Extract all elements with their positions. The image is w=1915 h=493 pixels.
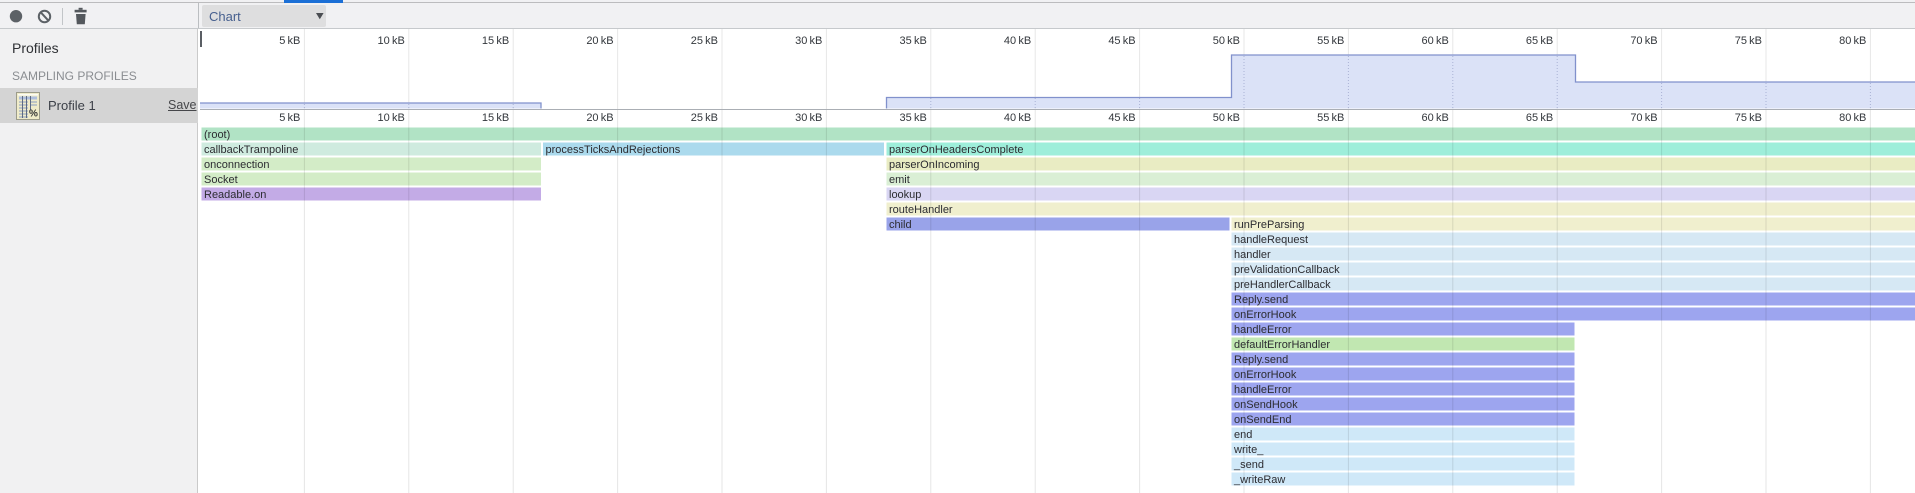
svg-text:45 kB: 45 kB: [1108, 35, 1135, 47]
svg-text:65 kB: 65 kB: [1526, 35, 1553, 47]
svg-text:handler: handler: [1234, 249, 1271, 261]
svg-text:50 kB: 50 kB: [1213, 112, 1240, 124]
svg-text:onSendEnd: onSendEnd: [1234, 414, 1292, 426]
svg-text:10 kB: 10 kB: [378, 112, 405, 124]
svg-text:40 kB: 40 kB: [1004, 35, 1031, 47]
svg-text:parserOnIncoming: parserOnIncoming: [889, 159, 980, 171]
svg-text:handleError: handleError: [1234, 384, 1292, 396]
svg-text:50 kB: 50 kB: [1213, 35, 1240, 47]
svg-text:10 kB: 10 kB: [378, 35, 405, 47]
svg-text:60 kB: 60 kB: [1422, 35, 1449, 47]
svg-text:parserOnHeadersComplete: parserOnHeadersComplete: [889, 144, 1024, 156]
svg-text:emit: emit: [889, 174, 910, 186]
svg-text:child: child: [889, 219, 912, 231]
svg-text:handleRequest: handleRequest: [1234, 234, 1308, 246]
svg-text:_writeRaw: _writeRaw: [1233, 474, 1285, 486]
svg-text:70 kB: 70 kB: [1630, 35, 1657, 47]
svg-text:30 kB: 30 kB: [795, 35, 822, 47]
svg-text:write_: write_: [1233, 444, 1264, 456]
svg-text:75 kB: 75 kB: [1735, 35, 1762, 47]
svg-text:callbackTrampoline: callbackTrampoline: [204, 144, 298, 156]
svg-text:20 kB: 20 kB: [586, 35, 613, 47]
svg-text:35 kB: 35 kB: [900, 112, 927, 124]
svg-text:(root): (root): [204, 129, 230, 141]
svg-text:runPreParsing: runPreParsing: [1234, 219, 1304, 231]
svg-text:25 kB: 25 kB: [691, 35, 718, 47]
svg-text:handleError: handleError: [1234, 324, 1292, 336]
svg-text:65 kB: 65 kB: [1526, 112, 1553, 124]
svg-text:lookup: lookup: [889, 189, 921, 201]
svg-text:processTicksAndRejections: processTicksAndRejections: [546, 144, 681, 156]
svg-text:15 kB: 15 kB: [482, 112, 509, 124]
svg-text:25 kB: 25 kB: [691, 112, 718, 124]
svg-text:5 kB: 5 kB: [279, 35, 300, 47]
svg-text:70 kB: 70 kB: [1630, 112, 1657, 124]
svg-text:preValidationCallback: preValidationCallback: [1234, 264, 1340, 276]
svg-text:Reply.send: Reply.send: [1234, 354, 1288, 366]
svg-text:55 kB: 55 kB: [1317, 112, 1344, 124]
svg-text:5 kB: 5 kB: [279, 112, 300, 124]
svg-text:Reply.send: Reply.send: [1234, 294, 1288, 306]
svg-text:45 kB: 45 kB: [1108, 112, 1135, 124]
svg-text:onErrorHook: onErrorHook: [1234, 309, 1297, 321]
svg-text:_send: _send: [1233, 459, 1264, 471]
svg-text:40 kB: 40 kB: [1004, 112, 1031, 124]
svg-text:80 kB: 80 kB: [1839, 112, 1866, 124]
svg-text:60 kB: 60 kB: [1422, 112, 1449, 124]
svg-text:end: end: [1234, 429, 1252, 441]
svg-text:35 kB: 35 kB: [900, 35, 927, 47]
svg-text:Socket: Socket: [204, 174, 238, 186]
svg-text:preHandlerCallback: preHandlerCallback: [1234, 279, 1331, 291]
svg-text:Readable.on: Readable.on: [204, 189, 266, 201]
svg-text:routeHandler: routeHandler: [889, 204, 953, 216]
svg-text:onconnection: onconnection: [204, 159, 269, 171]
svg-text:20 kB: 20 kB: [586, 112, 613, 124]
svg-text:15 kB: 15 kB: [482, 35, 509, 47]
svg-text:30 kB: 30 kB: [795, 112, 822, 124]
svg-text:onErrorHook: onErrorHook: [1234, 369, 1297, 381]
svg-text:%: %: [29, 109, 38, 120]
svg-text:80 kB: 80 kB: [1839, 35, 1866, 47]
svg-text:defaultErrorHandler: defaultErrorHandler: [1234, 339, 1330, 351]
svg-text:55 kB: 55 kB: [1317, 35, 1344, 47]
svg-text:75 kB: 75 kB: [1735, 112, 1762, 124]
